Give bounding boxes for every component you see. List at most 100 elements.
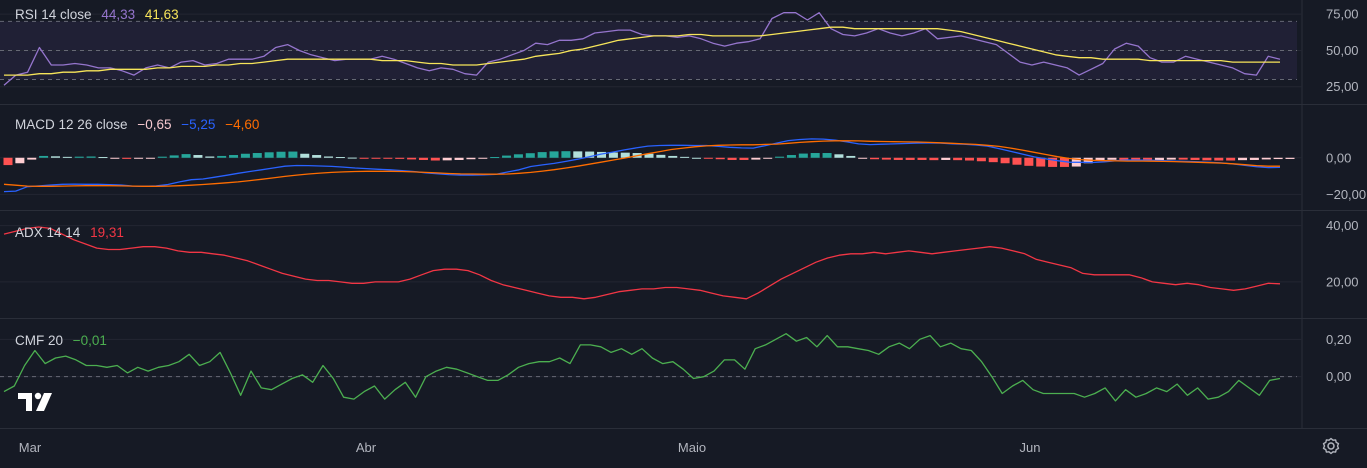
macd-histogram-bar — [122, 157, 132, 159]
macd-histogram-bar — [834, 154, 844, 158]
macd-histogram-bar — [964, 157, 975, 161]
macd-histogram-bar — [27, 157, 37, 160]
adx-legend-title: ADX 14 14 — [15, 225, 81, 240]
macd-histogram-bar — [181, 154, 191, 158]
macd-histogram-bar — [347, 157, 357, 159]
cmf-legend[interactable]: CMF 20 −0,01 — [15, 333, 113, 348]
cmf-series-line-0 — [3, 333, 1281, 402]
macd-histogram-bar — [822, 153, 832, 158]
macd-histogram-bar — [1273, 157, 1283, 160]
macd-histogram-bar — [134, 157, 144, 159]
macd-histogram-bar — [229, 155, 239, 158]
macd-histogram-bar — [86, 156, 96, 158]
macd-legend-title: MACD 12 26 close — [15, 117, 128, 132]
macd-histogram-bar — [1024, 157, 1034, 166]
macd-histogram-bar — [1214, 157, 1224, 161]
cmf-legend-title: CMF 20 — [15, 333, 64, 348]
macd-histogram-bar — [407, 157, 417, 160]
macd-histogram-bar — [608, 152, 618, 158]
macd-series-line-0 — [3, 138, 1281, 193]
macd-histogram-bar — [418, 157, 428, 160]
macd-histogram-bar — [478, 157, 488, 159]
macd-histogram-bar — [751, 157, 761, 160]
macd-histogram-bar — [490, 157, 500, 159]
y-tick-label: 25,00 — [1326, 79, 1359, 94]
macd-histogram-bar — [1226, 157, 1236, 161]
macd-signal-legend-value: −4,60 — [225, 117, 260, 132]
macd-histogram-bar — [1285, 157, 1295, 159]
macd-histogram-bar — [3, 157, 13, 166]
y-tick-label: 20,00 — [1326, 274, 1359, 289]
macd-histogram-bar — [288, 151, 298, 158]
macd-histogram-bar — [917, 157, 927, 160]
macd-histogram-bar — [763, 157, 773, 159]
rsi-legend-value: 44,33 — [101, 7, 136, 22]
macd-histogram-bar — [656, 154, 666, 158]
macd-histogram-bar — [893, 157, 903, 160]
macd-histogram-bar — [1178, 157, 1188, 160]
macd-histogram-bar — [810, 153, 820, 158]
macd-histogram-bar — [953, 157, 963, 161]
macd-histogram-bar — [264, 152, 274, 158]
macd-histogram-bar — [110, 157, 120, 159]
macd-histogram-bar — [537, 152, 547, 158]
y-tick-label: 50,00 — [1326, 43, 1359, 58]
macd-histogram-bar — [15, 157, 25, 164]
macd-histogram-bar — [62, 156, 72, 158]
y-tick-label: 0,00 — [1326, 369, 1351, 384]
macd-histogram-bar — [941, 157, 951, 160]
rsi-legend-title: RSI 14 close — [15, 7, 92, 22]
macd-histogram-bar — [371, 157, 381, 159]
x-axis-label: Mar — [19, 440, 42, 455]
macd-histogram-bar — [929, 157, 939, 161]
macd-histogram-bar — [573, 151, 583, 158]
macd-histogram-bar — [1238, 157, 1248, 161]
macd-histogram-bar — [323, 156, 334, 158]
macd-histogram-bar — [300, 153, 310, 158]
macd-histogram-bar — [217, 155, 227, 158]
macd-histogram-bar — [680, 156, 690, 158]
adx-legend-value: 19,31 — [90, 225, 124, 240]
settings-gear-icon[interactable] — [1321, 436, 1341, 456]
macd-histogram-bar — [276, 151, 286, 158]
x-axis-label: Maio — [678, 440, 706, 455]
macd-legend[interactable]: MACD 12 26 close −0,65 −5,25 −4,60 — [15, 117, 265, 132]
x-axis-label: Abr — [356, 440, 377, 455]
macd-histogram-bar — [798, 153, 808, 158]
macd-histogram-bar — [786, 155, 796, 158]
macd-histogram-bar — [50, 156, 60, 158]
macd-histogram-bar — [1012, 157, 1022, 165]
macd-histogram-bar — [1202, 157, 1212, 161]
y-tick-label: −20,00 — [1326, 187, 1366, 202]
macd-histogram-bar — [668, 155, 678, 158]
macd-histogram-bar — [905, 157, 915, 160]
tradingview-logo-icon[interactable] — [18, 391, 58, 415]
macd-histogram-bar — [1154, 157, 1164, 161]
macd-histogram-bar — [703, 157, 713, 159]
macd-histogram-bar — [525, 153, 535, 158]
y-tick-label: 75,00 — [1326, 7, 1359, 22]
macd-histogram-bar — [976, 157, 986, 162]
macd-histogram-bar — [430, 157, 440, 161]
macd-histogram-bar — [312, 155, 322, 158]
macd-histogram-bar — [442, 157, 452, 161]
indicator-panes-svg[interactable]: 75,00 50,00 25,00 0,00 −20,00 40,00 20,00 0,20 0… — [0, 0, 1367, 468]
macd-histogram-bar — [383, 157, 393, 159]
macd-histogram-bar — [1000, 157, 1010, 164]
chart-root: 75,00 50,00 25,00 0,00 −20,00 40,00 20,00 0,20 0… — [0, 0, 1367, 468]
macd-histogram-bar — [513, 154, 523, 158]
macd-histogram-bar — [335, 157, 345, 159]
macd-histogram-bar — [1190, 157, 1200, 160]
macd-histogram-bar — [1249, 157, 1259, 160]
macd-histogram-bar — [252, 153, 262, 158]
macd-histogram-bar — [691, 157, 701, 159]
y-tick-label: 40,00 — [1326, 218, 1359, 233]
macd-histogram-bar — [395, 157, 405, 159]
macd-histogram-bar — [881, 157, 891, 160]
rsi-ma-legend-value: 41,63 — [144, 7, 179, 22]
rsi-legend[interactable]: RSI 14 close 44,33 41,63 — [15, 7, 185, 22]
macd-histogram-bar — [549, 151, 559, 158]
adx-legend[interactable]: ADX 14 14 19,31 — [15, 225, 130, 240]
macd-histogram-bar — [193, 155, 203, 158]
macd-histogram-bar — [870, 157, 880, 160]
